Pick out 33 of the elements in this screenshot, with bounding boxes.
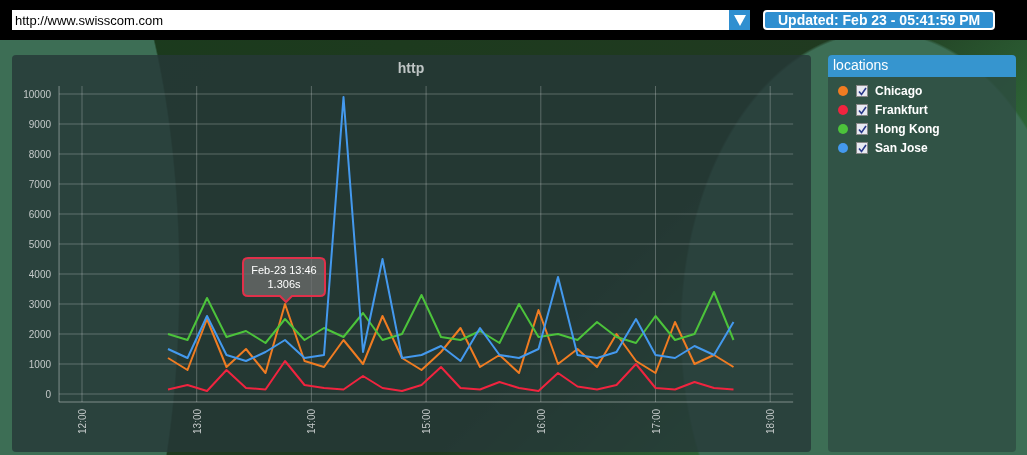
x-tick-label: 12:00 bbox=[77, 408, 88, 434]
url-select[interactable]: http://www.swisscom.com bbox=[12, 10, 750, 30]
x-tick-label: 17:00 bbox=[650, 408, 662, 434]
locations-header: locations bbox=[828, 55, 1016, 77]
y-tick-label: 5000 bbox=[28, 239, 52, 250]
y-tick-label: 6000 bbox=[28, 209, 52, 220]
y-tick-label: 1000 bbox=[28, 359, 52, 370]
y-tick-label: 4000 bbox=[28, 269, 52, 280]
y-tick-label: 9000 bbox=[28, 119, 52, 130]
checkbox[interactable] bbox=[856, 104, 868, 116]
x-tick-label: 15:00 bbox=[421, 408, 433, 434]
x-tick-label: 14:00 bbox=[306, 408, 318, 434]
location-label: Hong Kong bbox=[875, 122, 940, 136]
dropdown-arrow-icon bbox=[733, 14, 746, 26]
checkbox[interactable] bbox=[856, 85, 868, 97]
tooltip-value: 1.306s bbox=[267, 278, 301, 290]
y-tick-label: 0 bbox=[45, 389, 52, 400]
y-tick-label: 8000 bbox=[28, 149, 52, 160]
location-label: San Jose bbox=[875, 141, 928, 155]
y-tick-label: 2000 bbox=[28, 329, 52, 340]
updated-badge: Updated: Feb 23 - 05:41:59 PM bbox=[763, 10, 996, 30]
chart-title: http bbox=[397, 60, 425, 76]
checkbox[interactable] bbox=[856, 123, 868, 135]
y-tick-label: 10000 bbox=[23, 89, 52, 100]
x-tick-label: 16:00 bbox=[535, 408, 547, 434]
checkbox[interactable] bbox=[856, 142, 868, 154]
location-label: Chicago bbox=[875, 84, 923, 98]
location-label: Frankfurt bbox=[875, 103, 928, 117]
tooltip-time: Feb-23 13:46 bbox=[251, 264, 317, 276]
y-tick-label: 7000 bbox=[28, 179, 52, 190]
y-tick-label: 3000 bbox=[28, 299, 52, 310]
x-tick-label: 13:00 bbox=[191, 408, 203, 434]
x-tick-label: 18:00 bbox=[765, 408, 777, 434]
